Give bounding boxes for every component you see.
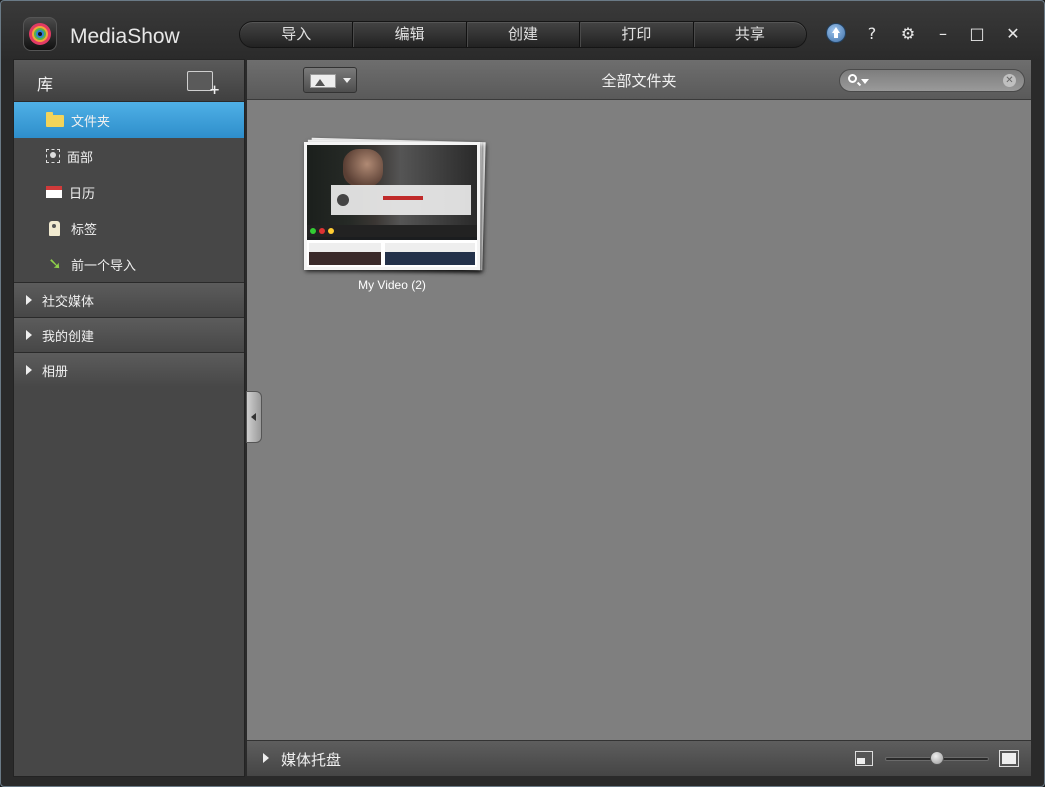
- library-sidebar: 库 文件夹 面部 日历 标签 ➘ 前一个导入 社交媒体 我的创: [13, 59, 245, 777]
- section-label: 社交媒体: [42, 294, 95, 310]
- maximize-button[interactable]: □: [966, 23, 988, 45]
- title-bar: MediaShow 导入 编辑 创建 打印 共享 ? ⚙ – □ ✕: [1, 1, 1044, 59]
- video-preview-image: [307, 145, 477, 267]
- update-icon[interactable]: [826, 23, 846, 43]
- slider-handle[interactable]: [930, 751, 944, 765]
- search-options-chevron-icon[interactable]: [861, 79, 869, 84]
- app-window: MediaShow 导入 编辑 创建 打印 共享 ? ⚙ – □ ✕ 库 文件夹…: [0, 0, 1045, 787]
- folder-cover: [304, 142, 480, 270]
- search-box[interactable]: ✕: [839, 69, 1025, 92]
- library-item-label: 前一个导入: [71, 258, 137, 274]
- section-social-media[interactable]: 社交媒体: [14, 282, 244, 317]
- library-item-label: 日历: [69, 186, 96, 202]
- library-header: 库: [14, 60, 244, 102]
- section-my-creations[interactable]: 我的创建: [14, 317, 244, 352]
- library-item-label: 文件夹: [71, 114, 111, 130]
- close-button[interactable]: ✕: [1002, 23, 1024, 45]
- add-to-library-icon[interactable]: [187, 71, 220, 98]
- library-item-previous-import[interactable]: ➘ 前一个导入: [14, 246, 244, 282]
- library-item-label: 标签: [71, 222, 98, 238]
- nav-print-button[interactable]: 打印: [580, 22, 694, 47]
- content-header: 全部文件夹 ✕: [247, 60, 1031, 100]
- nav-create-button[interactable]: 创建: [467, 22, 581, 47]
- library-item-calendar[interactable]: 日历: [14, 174, 244, 210]
- small-thumbnail-icon[interactable]: [855, 751, 873, 766]
- folder-icon: [46, 112, 64, 127]
- mediashow-logo: [23, 17, 57, 51]
- help-button[interactable]: ?: [861, 23, 883, 45]
- search-icon[interactable]: [848, 74, 857, 83]
- expand-arrow-icon: [26, 295, 32, 305]
- search-input[interactable]: [872, 72, 992, 89]
- section-albums[interactable]: 相册: [14, 352, 244, 387]
- minimize-button[interactable]: –: [932, 23, 954, 45]
- media-tray-label[interactable]: 媒体托盘: [281, 749, 341, 770]
- folder-label: My Video (2): [358, 278, 426, 292]
- expand-tray-arrow-icon[interactable]: [263, 753, 269, 763]
- clear-search-icon[interactable]: ✕: [1003, 74, 1016, 87]
- library-item-folders[interactable]: 文件夹: [14, 102, 244, 138]
- library-item-tags[interactable]: 标签: [14, 210, 244, 246]
- tag-icon: [49, 220, 60, 236]
- settings-gear-icon[interactable]: ⚙: [897, 23, 919, 45]
- media-tray-bar: 媒体托盘: [247, 740, 1031, 776]
- library-item-faces[interactable]: 面部: [14, 138, 244, 174]
- nav-share-button[interactable]: 共享: [694, 22, 806, 47]
- expand-arrow-icon: [26, 365, 32, 375]
- nav-edit-button[interactable]: 编辑: [353, 22, 467, 47]
- calendar-icon: [46, 186, 62, 198]
- library-item-label: 面部: [67, 150, 94, 166]
- expand-arrow-icon: [26, 330, 32, 340]
- nav-import-button[interactable]: 导入: [240, 22, 354, 47]
- section-label: 我的创建: [42, 329, 95, 345]
- app-title: MediaShow: [70, 25, 180, 48]
- collapse-sidebar-handle[interactable]: [246, 391, 262, 443]
- main-content: 全部文件夹 ✕ My Video (2) 媒体托盘: [246, 59, 1032, 777]
- large-thumbnail-icon[interactable]: [999, 750, 1019, 767]
- library-title: 库: [37, 75, 54, 94]
- main-nav: 导入 编辑 创建 打印 共享: [239, 21, 807, 48]
- folder-thumbnail[interactable]: My Video (2): [304, 137, 486, 292]
- face-icon: [46, 149, 60, 163]
- section-label: 相册: [42, 364, 69, 380]
- previous-import-icon: ➘: [48, 254, 62, 273]
